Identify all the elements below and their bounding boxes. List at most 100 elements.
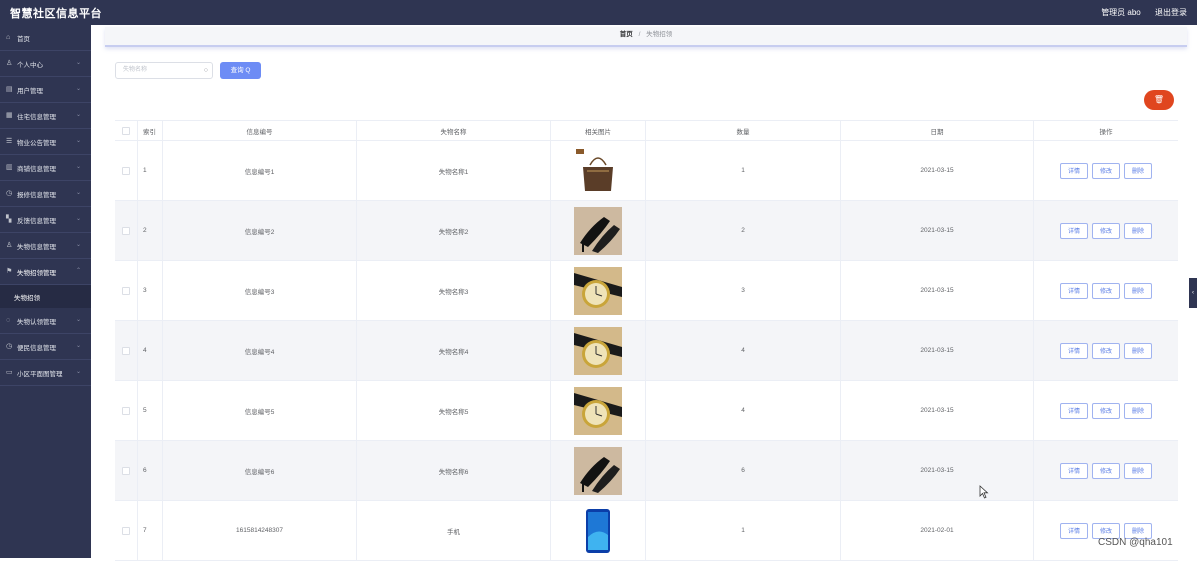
delete-button[interactable]: 删除 [1124,342,1153,359]
mouse-cursor-icon [979,485,989,499]
logout-link[interactable]: 退出登录 [1155,8,1187,17]
sidebar-item[interactable]: ♙ 个人中心 ⌄ [0,51,91,77]
watermark: CSDN @qha101 [1098,537,1173,548]
trash-icon: 🗑 [1153,95,1165,104]
row-select-cell[interactable] [115,321,138,380]
breadcrumb-home[interactable]: 首页 [620,31,633,38]
watch-image [574,386,622,435]
row-quantity: 3 [646,261,841,320]
delete-button[interactable]: 删除 [1124,402,1153,419]
row-date: 2021-03-15 [841,441,1034,500]
row-index: 6 [138,441,163,500]
header-select-all[interactable] [115,121,138,140]
edit-button[interactable]: 修改 [1091,282,1120,299]
sidebar-item[interactable]: ▥ 商铺信息管理 ⌄ [0,155,91,181]
row-checkbox[interactable] [122,226,130,235]
table-row: 5 信息编号5 失物名称5 4 2021-03-15 详情 修改 删除 [115,381,1178,441]
table-row: 6 信息编号6 失物名称6 6 2021-03-15 详情 修改 删除 [115,441,1178,501]
sidebar-item-label: 住宅信息管理 [17,113,56,121]
delete-button[interactable]: 删除 [1124,162,1153,179]
sidebar-item-label: 用户管理 [17,87,43,95]
top-bar: 智慧社区信息平台 管理员 abo 退出登录 [0,0,1197,25]
row-checkbox[interactable] [122,346,130,355]
row-checkbox[interactable] [122,286,130,295]
batch-delete-button[interactable]: 🗑 [1144,90,1174,110]
detail-button[interactable]: 详情 [1059,342,1088,359]
row-info-no: 1615814248307 [163,501,357,560]
home-icon: ⌂ [6,34,11,41]
sidebar-item[interactable]: ⌂ 首页 [0,25,91,51]
sidebar-item[interactable]: ▚ 反馈信息管理 ⌄ [0,207,91,233]
chevron-icon: ⌄ [75,60,81,66]
header-index: 索引 [138,121,163,140]
circle-icon: ◌ [6,317,11,324]
row-select-cell[interactable] [115,201,138,260]
delete-button[interactable]: 删除 [1124,462,1153,479]
search-input[interactable]: 失物名称 ○ [115,62,213,79]
row-select-cell[interactable] [115,441,138,500]
row-image-cell [551,381,646,440]
sidebar-item[interactable]: ◷ 报修信息管理 ⌄ [0,181,91,207]
search-button[interactable]: 查询 Q [220,62,261,79]
list-icon: ▤ [6,86,13,93]
detail-button[interactable]: 详情 [1059,462,1088,479]
sidebar-item[interactable]: ⚑ 失物招领管理 ⌃ [0,259,91,285]
row-checkbox[interactable] [122,406,130,415]
row-actions: 详情 修改 删除 [1034,321,1178,380]
sidebar-item[interactable]: ☰ 物业公告管理 ⌄ [0,129,91,155]
row-select-cell[interactable] [115,261,138,320]
sidebar-item[interactable]: ▤ 用户管理 ⌄ [0,77,91,103]
user-icon: ♙ [6,60,13,67]
sidebar-item[interactable]: ♙ 失物信息管理 ⌄ [0,233,91,259]
building-icon: ▦ [6,112,13,119]
detail-button[interactable]: 详情 [1059,522,1088,539]
sidebar-item[interactable]: ◷ 便民信息管理 ⌄ [0,334,91,360]
search-placeholder: 失物名称 [123,67,148,73]
select-all-checkbox[interactable] [122,126,130,135]
row-image-cell [551,141,646,200]
search-icon: ○ [203,67,208,74]
detail-button[interactable]: 详情 [1059,282,1088,299]
row-actions: 详情 修改 删除 [1034,501,1178,560]
row-checkbox[interactable] [122,526,130,535]
delete-button[interactable]: 删除 [1124,222,1153,239]
admin-user-label: 管理员 abo [1101,8,1141,17]
row-info-no: 信息编号1 [163,141,357,200]
sidebar-item[interactable]: ▭ 小区平面图管理 ⌄ [0,360,91,386]
notice-icon: ☰ [6,138,13,145]
detail-button[interactable]: 详情 [1059,162,1088,179]
edit-button[interactable]: 修改 [1091,222,1120,239]
sidebar-item[interactable]: ▦ 住宅信息管理 ⌄ [0,103,91,129]
chevron-icon: ⌄ [75,317,81,323]
row-quantity: 1 [646,501,841,560]
sidebar-item[interactable]: ◌ 失物认领管理 ⌄ [0,308,91,334]
collapse-tab[interactable]: ‹ [1189,278,1197,308]
sidebar-item-label: 商铺信息管理 [17,165,56,173]
delete-button[interactable]: 删除 [1124,282,1153,299]
edit-button[interactable]: 修改 [1091,342,1120,359]
row-select-cell[interactable] [115,381,138,440]
sidebar-item-label: 小区平面图管理 [17,370,63,378]
phone-image [574,506,622,555]
row-quantity: 6 [646,441,841,500]
header-info-no: 信息编号 [163,121,357,140]
row-item-name: 失物名称2 [357,201,551,260]
row-checkbox[interactable] [122,466,130,475]
chevron-icon: ⌄ [75,369,81,375]
row-checkbox[interactable] [122,166,130,175]
row-item-name: 失物名称4 [357,321,551,380]
row-info-no: 信息编号3 [163,261,357,320]
row-select-cell[interactable] [115,501,138,560]
sidebar-subitem-lost-found[interactable]: 失物招领 [0,285,91,308]
repair-icon: ◷ [6,190,13,197]
handbag-image [574,146,622,195]
edit-button[interactable]: 修改 [1091,462,1120,479]
row-select-cell[interactable] [115,141,138,200]
edit-button[interactable]: 修改 [1091,402,1120,419]
row-actions: 详情 修改 删除 [1034,201,1178,260]
edit-button[interactable]: 修改 [1091,162,1120,179]
detail-button[interactable]: 详情 [1059,402,1088,419]
row-item-name: 失物名称3 [357,261,551,320]
breadcrumb: 首页 / 失物招领 [105,27,1187,47]
detail-button[interactable]: 详情 [1059,222,1088,239]
